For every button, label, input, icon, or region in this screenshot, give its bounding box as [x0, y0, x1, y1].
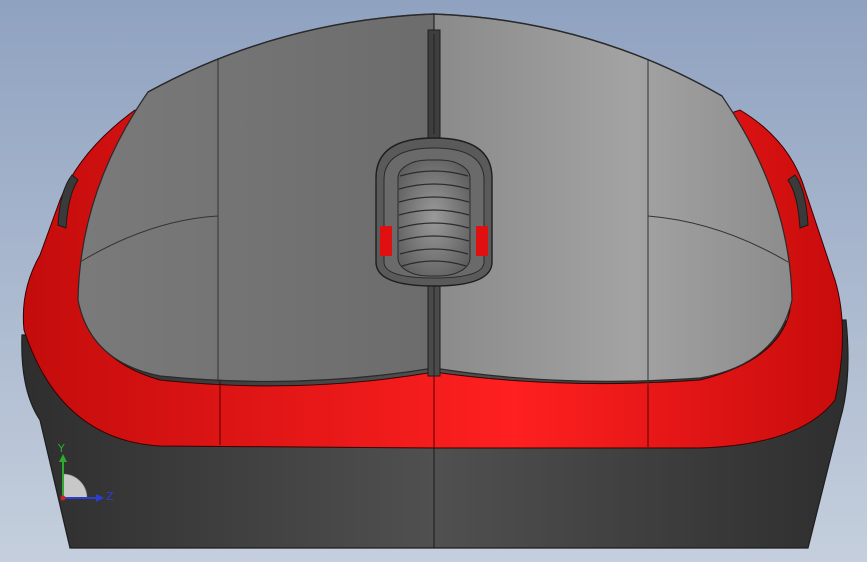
z-axis-arrow [96, 494, 104, 502]
scroll-wheel[interactable] [397, 159, 471, 277]
mouse-3d-model[interactable] [0, 0, 867, 562]
axis-triad: Y Z [57, 442, 114, 503]
cad-viewport[interactable]: Y Z [0, 0, 867, 562]
x-axis-dot [60, 495, 66, 501]
triad-quarter-disc [62, 473, 88, 499]
y-axis-label: Y [57, 442, 65, 455]
cavity-red-right [476, 226, 488, 256]
y-axis-arrow [59, 454, 67, 462]
cavity-red-left [380, 226, 392, 256]
z-axis-label: Z [106, 490, 114, 503]
